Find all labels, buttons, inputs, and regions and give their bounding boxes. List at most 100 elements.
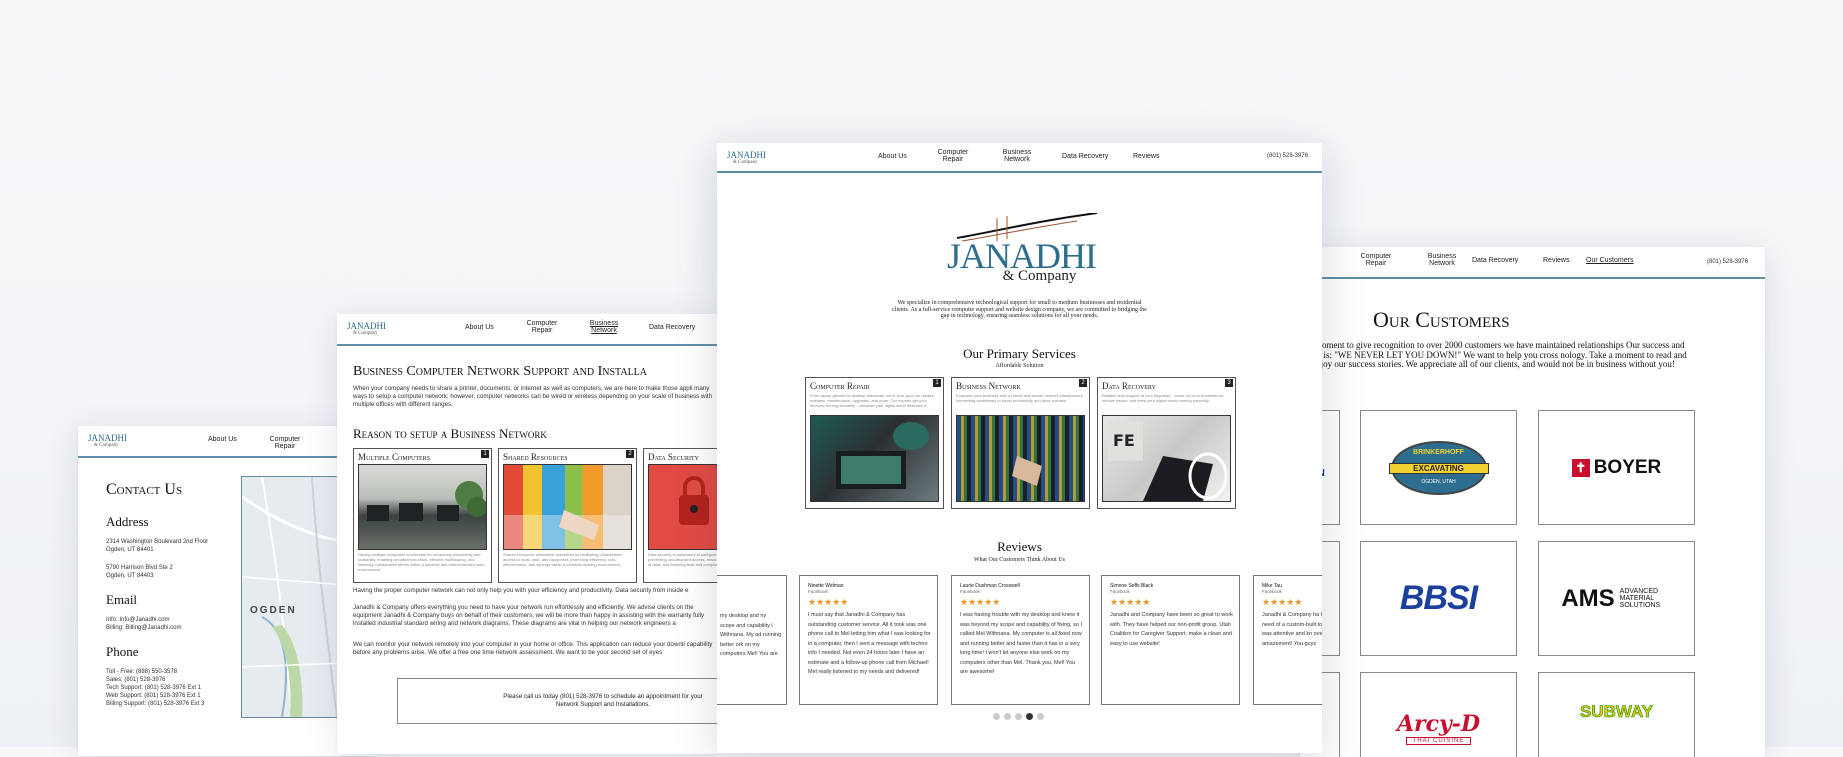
ams-subtitle: ADVANCED MATERIAL SOLUTIONS <box>1619 588 1661 609</box>
card-desc: Reliable tech support at your fingertips… <box>1102 393 1225 403</box>
customer-logo-boyer[interactable]: ✝ BOYER <box>1538 410 1695 525</box>
customer-logo-subway[interactable]: SUBWAY <box>1538 672 1695 757</box>
card-multiple-computers[interactable]: Multiple Computers 1 Having multiple com… <box>353 448 492 583</box>
network-graphic <box>957 416 1084 501</box>
review-source: Facebook <box>808 589 828 594</box>
cta-text: Please call us today (801) 528-3976 to s… <box>503 693 703 708</box>
review-card-laurie[interactable]: Laurie Dushman Crosswell Facebook ★★★★★ … <box>951 575 1090 705</box>
review-card-simone[interactable]: Simone Seffs Black Facebook ★★★★★ Janadh… <box>1101 575 1240 705</box>
address-2: 5790 Harrison Blvd Ste 2 Ogden, UT 84403 <box>106 564 173 580</box>
star-rating: ★★★★★ <box>808 597 849 607</box>
review-text: I was having trouble with my desktop and… <box>960 612 1082 675</box>
review-card-ninette[interactable]: Ninette Widman Facebook ★★★★★ I must say… <box>799 575 938 705</box>
carousel-dot-3[interactable] <box>1015 713 1022 720</box>
email-heading: Email <box>106 592 138 607</box>
carousel-dot-2[interactable] <box>1004 713 1011 720</box>
card-data-security[interactable]: Data Security 3 Data security is paramou… <box>643 448 717 583</box>
review-text: I must say that Janadhi & Company has ou… <box>808 612 931 675</box>
phone-billing-support[interactable]: Billing Support: (801) 528-3976 Ext 3 <box>106 700 204 708</box>
services-subheading: Affordable Solution <box>995 363 1044 369</box>
card-number: 2 <box>1079 379 1087 387</box>
service-card-computer-repair[interactable]: Computer Repair 1 From laptop glitches t… <box>805 377 944 509</box>
ams-wordmark: AMS <box>1561 584 1615 612</box>
nav-reviews[interactable]: Reviews <box>1133 153 1159 160</box>
site-logo[interactable]: JANADHI & Company <box>727 151 766 167</box>
lock-icon <box>679 476 709 525</box>
card-number: 1 <box>933 379 941 387</box>
recovery-photo: FE <box>1102 415 1231 502</box>
phone-web-support[interactable]: Web Support: (801) 528-3976 Ext 1 <box>106 692 204 700</box>
map-label: OGDEN <box>250 605 297 616</box>
address-1-line2: Ogden, UT 84401 <box>106 547 154 553</box>
phone-list: Toll - Free: (888) 550-3578 Sales: (801)… <box>106 668 204 708</box>
phone-sales[interactable]: Sales: (801) 528-3976 <box>106 676 204 684</box>
service-card-business-network[interactable]: Business Network 2 Empower your business… <box>951 377 1090 509</box>
address-1-line1: 2314 Washington Boulevard 2nd Floor <box>106 539 209 545</box>
phone-tech-support[interactable]: Tech Support: (801) 528-3976 Ext 1 <box>106 684 204 692</box>
card-title: Shared Resources <box>503 452 568 462</box>
tagline: We specialize in comprehensive technolog… <box>892 300 1147 319</box>
email-billing[interactable]: Billing: Billing@Janadhi.com <box>106 624 181 632</box>
contact-nav: JANADHI & Company About Us Computer Repai… <box>78 426 378 458</box>
nav-our-customers[interactable]: Our Customers <box>1586 257 1633 264</box>
phone-toll-free[interactable]: Toll - Free: (888) 550-3578 <box>106 668 204 676</box>
carousel-dot-4-active[interactable] <box>1026 713 1033 720</box>
review-text: Janadhi & Company ha for exceptional cus… <box>1262 612 1322 647</box>
header-phone[interactable]: (801) 528-3976 <box>1267 153 1308 159</box>
contact-page-preview: JANADHI & Company About Us Computer Repai… <box>78 426 378 756</box>
recovery-graphic: FE <box>1108 421 1228 501</box>
customer-logo-ams[interactable]: AMS ADVANCED MATERIAL SOLUTIONS <box>1538 541 1695 656</box>
brand-logo: JANADHI & Company <box>947 238 1097 285</box>
paragraph-1: Having the proper computer network can n… <box>353 587 689 594</box>
nav-computer-repair[interactable]: Computer Repair <box>268 436 302 450</box>
carousel-dot-1[interactable] <box>993 713 1000 720</box>
nav-about-us[interactable]: About Us <box>878 153 907 160</box>
excavating-logo: BRINKERHOFF EXCAVATING OGDEN, UTAH <box>1388 440 1489 495</box>
cta-box: Please call us today (801) 528-3976 to s… <box>397 678 717 724</box>
carousel-dots <box>993 713 1044 720</box>
nav-business-network[interactable]: Business Network <box>587 320 621 334</box>
nav-computer-repair[interactable]: Computer Repair <box>525 320 559 334</box>
review-text: my desktop and ny scope and capability l… <box>720 613 782 657</box>
customers-page-preview: Computer Repair Business Network Data Re… <box>1300 247 1765 757</box>
star-rating: ★★★★★ <box>1262 597 1303 607</box>
nav-about-us[interactable]: About Us <box>465 324 494 331</box>
nav-computer-repair[interactable]: Computer Repair <box>1360 253 1392 267</box>
home-page-preview: JANADHI & Company About Us Computer Repai… <box>717 143 1322 753</box>
service-card-data-recovery[interactable]: Data Recovery 3 Reliable tech support at… <box>1097 377 1236 509</box>
site-logo[interactable]: JANADHI & Company <box>88 434 127 450</box>
card-shared-resources[interactable]: Shared Resources 2 Shared resources stre… <box>498 448 637 583</box>
review-card-mike[interactable]: Mike Tau Facebook ★★★★★ Janadhi & Compan… <box>1253 575 1322 705</box>
folders-photo <box>503 464 632 550</box>
email-info[interactable]: Info: Info@Janadhi.com <box>106 616 181 624</box>
customer-logo-bbsi[interactable]: BBSI <box>1360 541 1517 656</box>
star-rating: ★★★★★ <box>1110 597 1151 607</box>
excavating-bottom: OGDEN, UTAH <box>1421 478 1456 485</box>
nav-business-network[interactable]: Business Network <box>1000 149 1034 163</box>
reviews-heading: Reviews <box>997 539 1042 554</box>
address-heading: Address <box>106 514 149 529</box>
paragraph-2: Janadhi & Company offers everything you … <box>353 604 705 627</box>
arcy-wordmark: Arcy-D <box>1396 711 1481 737</box>
carousel-dot-5[interactable] <box>1037 713 1044 720</box>
header-phone[interactable]: (801) 528-3976 <box>1707 259 1748 265</box>
nav-data-recovery[interactable]: Data Recovery <box>649 324 695 331</box>
excavating-mid: EXCAVATING <box>1388 462 1489 474</box>
svg-text:FE: FE <box>1113 431 1135 450</box>
nav-computer-repair[interactable]: Computer Repair <box>937 149 969 163</box>
nav-reviews[interactable]: Reviews <box>1543 257 1569 264</box>
nav-data-recovery[interactable]: Data Recovery <box>1472 257 1518 264</box>
review-card-partial-left[interactable]: my desktop and ny scope and capability l… <box>717 575 787 705</box>
customer-logo-arcy-d[interactable]: Arcy-D THAI CUISINE <box>1360 672 1517 757</box>
card-number: 1 <box>481 450 489 458</box>
customer-logo-excavating[interactable]: BRINKERHOFF EXCAVATING OGDEN, UTAH <box>1360 410 1517 525</box>
nav-about-us[interactable]: About Us <box>208 436 237 443</box>
services-heading: Our Primary Services <box>963 346 1076 361</box>
network-nav: JANADHI & Company About Us Computer Repai… <box>337 314 717 346</box>
logo-sub: & Company <box>353 331 378 336</box>
nav-business-network[interactable]: Business Network <box>1425 253 1459 267</box>
arcy-subtitle: THAI CUISINE <box>1405 737 1472 745</box>
card-desc: Empower your business with a robust and … <box>956 393 1085 403</box>
nav-data-recovery[interactable]: Data Recovery <box>1062 153 1108 160</box>
site-logo[interactable]: JANADHI & Company <box>347 322 386 338</box>
